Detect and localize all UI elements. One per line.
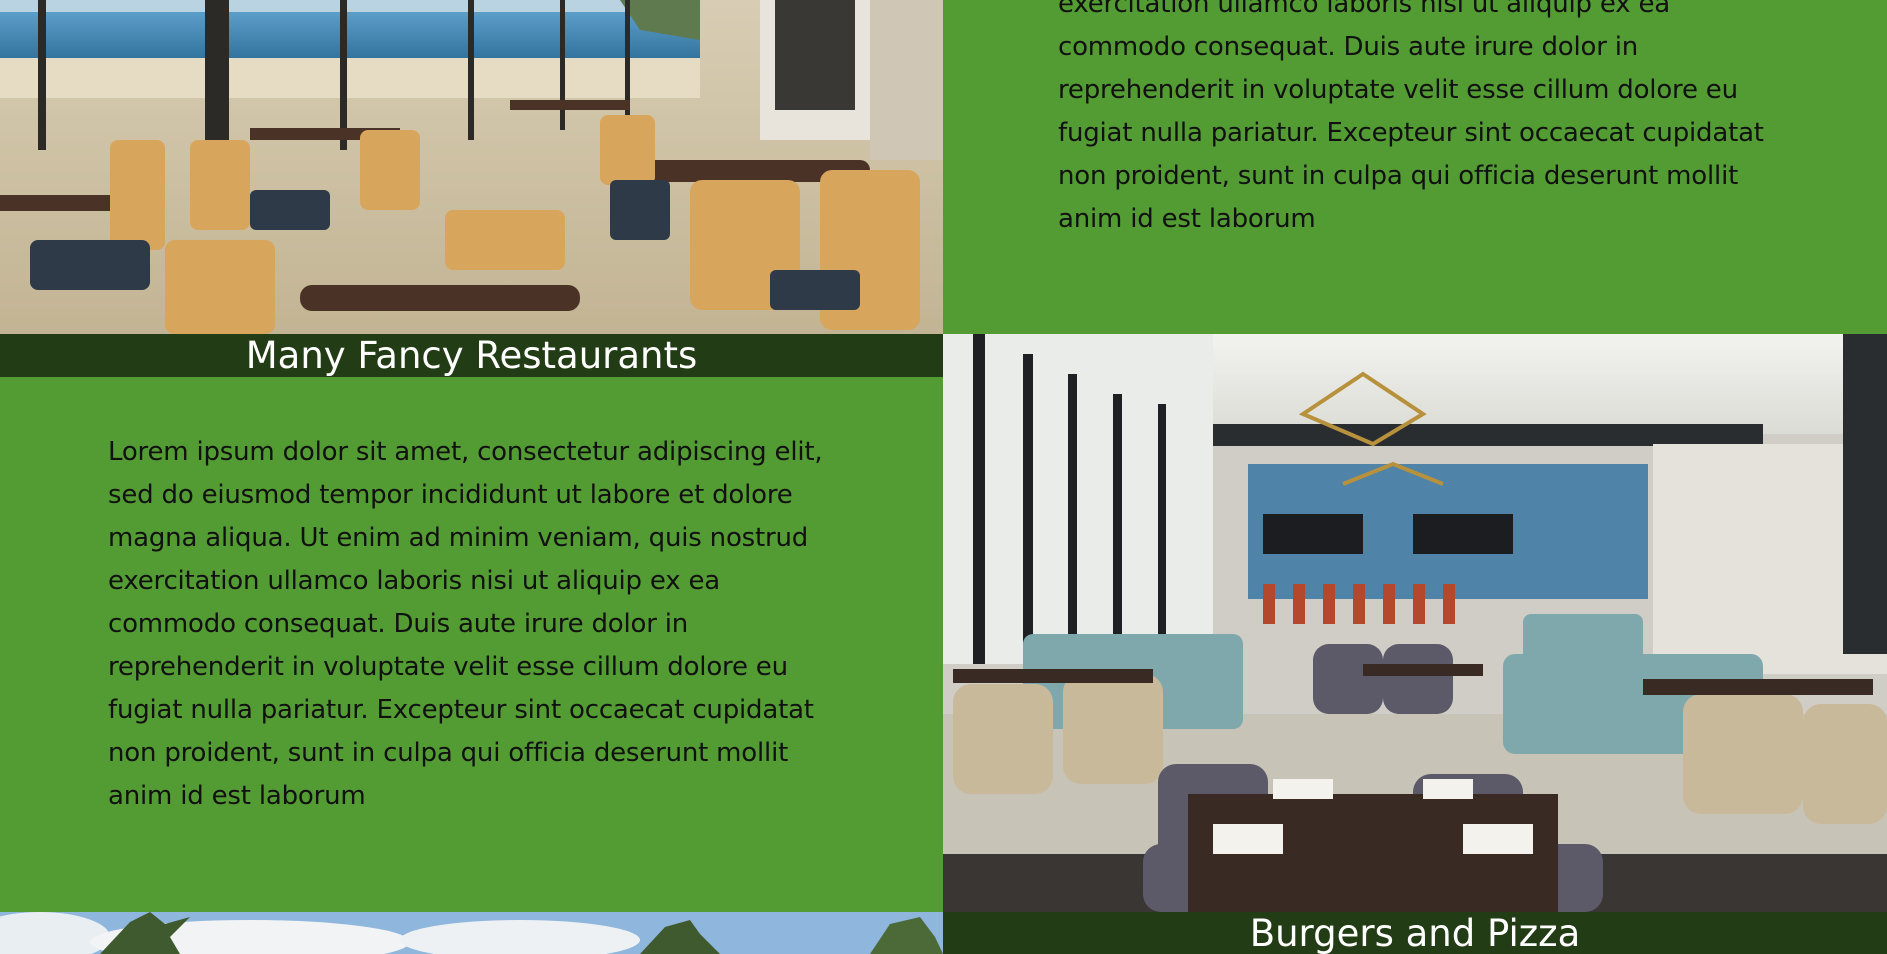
restaurants-paragraph: Lorem ipsum dolor sit amet, consectetur … bbox=[108, 437, 823, 811]
restaurants-caption: Many Fancy Restaurants bbox=[0, 334, 943, 377]
resort-palm-photo bbox=[0, 912, 943, 954]
top-right-text-section: exercitation ullamco laboris nisi ut ali… bbox=[943, 0, 1887, 334]
top-right-paragraph: exercitation ullamco laboris nisi ut ali… bbox=[1058, 0, 1764, 234]
restaurants-text-section: Lorem ipsum dolor sit amet, consectetur … bbox=[0, 377, 943, 912]
beach-restaurant-photo bbox=[0, 0, 943, 334]
burgers-caption: Burgers and Pizza bbox=[943, 912, 1887, 954]
lounge-restaurant-photo bbox=[943, 334, 1887, 912]
